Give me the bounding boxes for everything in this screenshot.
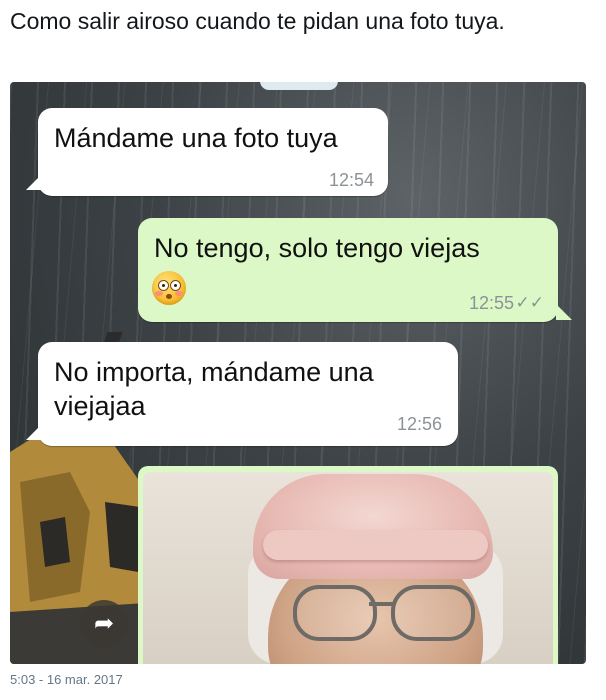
incoming-message[interactable]: No importa, mándame una viejajaa 12:56	[38, 342, 458, 446]
incoming-message[interactable]: Mándame una foto tuya 12:54	[38, 108, 388, 196]
tweet-timestamp[interactable]: 5:03 - 16 mar. 2017	[10, 672, 123, 687]
outgoing-photo-message[interactable]	[138, 466, 558, 664]
message-time: 12:56	[396, 414, 442, 434]
glasses-icon	[293, 585, 377, 641]
bubble-tail	[26, 424, 42, 440]
outgoing-message[interactable]: No tengo, solo tengo viejas 12:55 ✓✓	[138, 218, 558, 322]
bubble-tail	[556, 304, 572, 320]
pink-hat	[253, 474, 493, 579]
tweet-text: Como salir airoso cuando te pidan una fo…	[10, 8, 505, 34]
flushed-face-emoji	[152, 271, 186, 305]
old-woman-photo[interactable]	[143, 472, 553, 664]
date-pill	[260, 82, 338, 90]
message-time: 12:55	[468, 293, 514, 313]
message-text-line-2: viejajaa	[54, 391, 146, 421]
message-text: Mándame una foto tuya	[54, 123, 338, 153]
forward-icon[interactable]: ➦	[80, 600, 128, 648]
double-check-icon: ✓✓	[515, 293, 545, 312]
message-text: No tengo, solo tengo viejas	[154, 233, 480, 263]
message-time: 12:54	[328, 170, 374, 190]
message-text-line-1: No importa, mándame una	[54, 357, 374, 387]
bubble-tail	[26, 174, 42, 190]
chat-screenshot: Mándame una foto tuya 12:54 No tengo, so…	[10, 82, 586, 664]
